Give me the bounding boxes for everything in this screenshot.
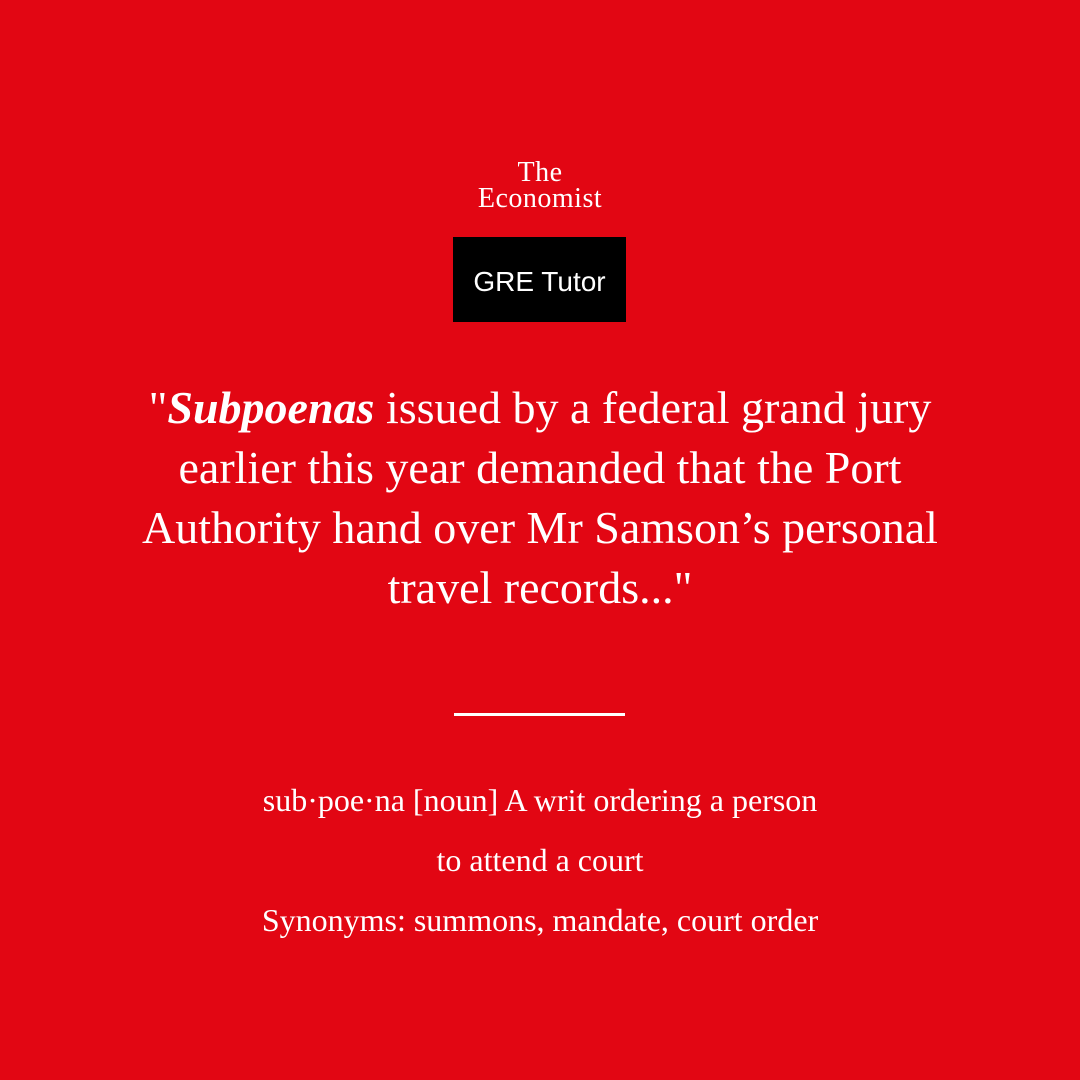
divider-line xyxy=(454,713,625,716)
economist-logo: The Economist xyxy=(0,159,1080,214)
definition-block: sub·poe·na [noun] A writ ordering a pers… xyxy=(100,770,980,950)
synonyms-line: Synonyms: summons, mandate, court order xyxy=(261,902,819,938)
definition-line-2: to attend a court xyxy=(436,842,644,878)
quote-text: "Subpoenas issued by a federal grand jur… xyxy=(140,378,940,618)
logo-line-economist: Economist xyxy=(477,183,603,214)
quote-keyword: Subpoenas xyxy=(167,382,375,433)
gre-tutor-badge: GRE Tutor xyxy=(453,237,626,322)
quote-open-mark: " xyxy=(148,382,168,433)
definition-line-1: sub·poe·na [noun] A writ ordering a pers… xyxy=(262,782,818,818)
badge-label: GRE Tutor xyxy=(473,265,606,297)
